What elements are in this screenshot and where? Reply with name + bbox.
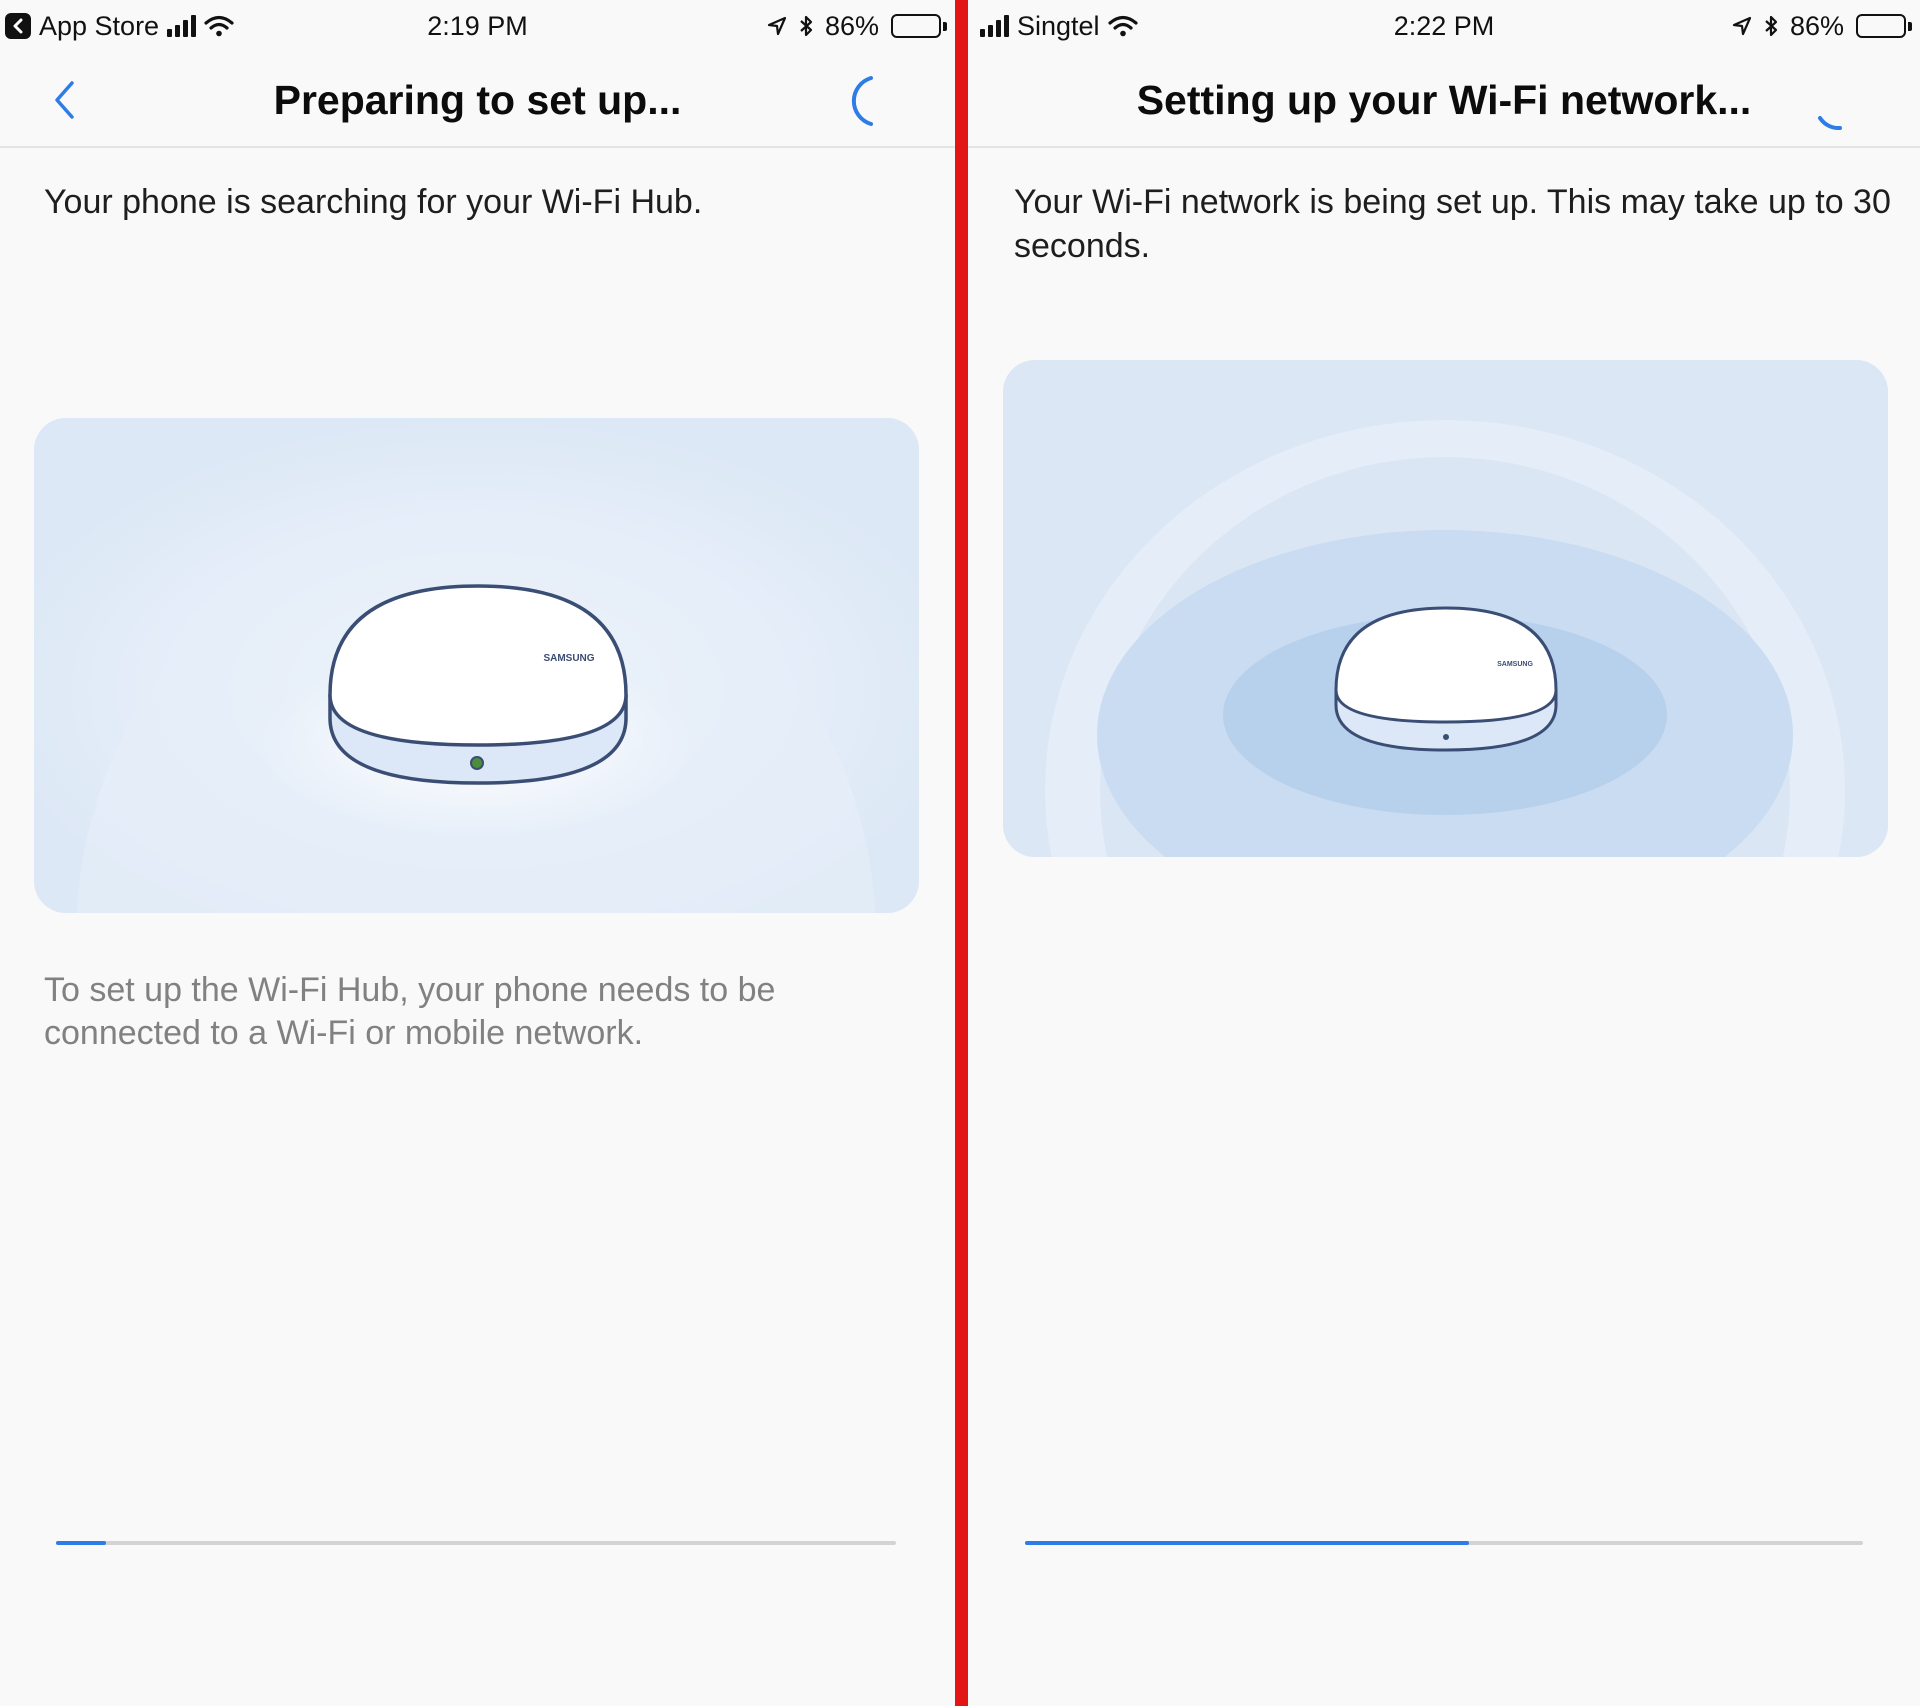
- back-button[interactable]: [44, 76, 84, 124]
- setup-progress-bar: [56, 1541, 896, 1545]
- location-arrow-icon: [767, 16, 787, 36]
- navigation-bar: Setting up your Wi-Fi network...: [968, 52, 1920, 148]
- battery-icon: [1856, 14, 1912, 38]
- status-description: Your phone is searching for your Wi-Fi H…: [44, 183, 703, 221]
- progress-fill: [56, 1541, 107, 1545]
- status-bar: Singtel 2:22 PM 86%: [968, 0, 1920, 52]
- bluetooth-icon: [800, 15, 813, 37]
- chevron-left-icon: [55, 81, 74, 119]
- wifi-hub-device: SAMSUNG: [1334, 606, 1558, 752]
- page-title: Preparing to set up...: [273, 76, 682, 123]
- status-bar: App Store 2:19 PM 86%: [0, 0, 955, 52]
- panel-divider: [955, 0, 968, 1706]
- status-description: Your Wi-Fi network is being set up. This…: [1014, 183, 1891, 265]
- wifi-hub-device: SAMSUNG: [328, 584, 628, 785]
- left-screen: App Store 2:19 PM 86% Preparing to set u…: [0, 0, 955, 1706]
- setup-progress-bar: [1025, 1541, 1863, 1545]
- location-arrow-icon: [1732, 16, 1752, 36]
- battery-percent: 86%: [1789, 10, 1844, 41]
- battery-icon: [891, 14, 947, 38]
- battery-percent: 86%: [824, 10, 879, 41]
- bluetooth-icon: [1765, 15, 1778, 37]
- right-screen: Singtel 2:22 PM 86% Setting up your Wi-F…: [968, 0, 1920, 1706]
- page-title: Setting up your Wi-Fi network...: [1136, 76, 1752, 123]
- loading-spinner-icon: [1818, 116, 1842, 131]
- loading-spinner-icon: [851, 76, 873, 126]
- device-brand-logo: SAMSUNG: [543, 653, 594, 664]
- device-brand-logo: SAMSUNG: [1497, 661, 1533, 668]
- network-illustration: SAMSUNG: [1003, 360, 1888, 857]
- progress-fill: [1025, 1541, 1470, 1545]
- hub-illustration: SAMSUNG: [34, 418, 919, 913]
- connection-note: To set up the Wi-Fi Hub, your phone need…: [44, 971, 776, 1052]
- navigation-bar: Preparing to set up...: [0, 52, 955, 148]
